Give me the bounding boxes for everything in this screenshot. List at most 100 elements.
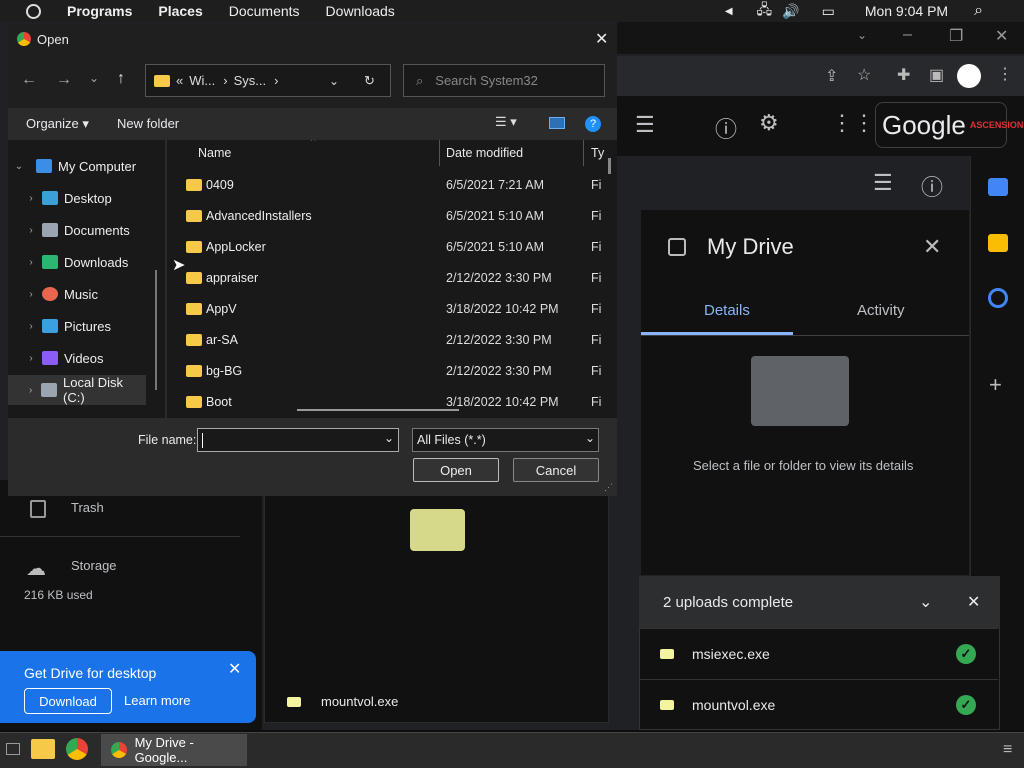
expand-icon[interactable]: › <box>20 385 41 396</box>
keep-icon[interactable] <box>988 234 1008 252</box>
taskbar-menu-icon[interactable]: ≡ <box>1003 741 1012 759</box>
menu-programs[interactable]: Programs <box>67 3 132 19</box>
main-file-name[interactable]: mountvol.exe <box>321 694 398 709</box>
promo-learn-more[interactable]: Learn more <box>124 693 190 708</box>
file-type-select[interactable]: All Files (*.*) ⌄ <box>412 428 599 452</box>
tab-details[interactable]: Details <box>704 302 750 319</box>
help-icon[interactable]: ⓘ <box>715 112 737 144</box>
breadcrumb-sep[interactable]: › <box>274 73 278 88</box>
collapse-icon[interactable]: ⌄ <box>919 592 932 612</box>
organize-button[interactable]: Organize ▾ <box>26 116 89 132</box>
dialog-close-icon[interactable]: ✕ <box>595 29 608 49</box>
promo-close-icon[interactable]: ✕ <box>228 659 241 679</box>
forward-icon[interactable]: → <box>56 71 72 89</box>
sidepanel-icon[interactable]: ▣ <box>929 65 944 85</box>
file-row[interactable]: AdvancedInstallers 6/5/2021 5:10 AM Fi <box>167 200 617 231</box>
expand-icon[interactable]: › <box>20 289 42 300</box>
refresh-icon[interactable]: ↻ <box>364 73 375 89</box>
menu-downloads[interactable]: Downloads <box>326 3 395 19</box>
show-desktop-icon[interactable] <box>6 743 20 755</box>
tree-item-pictures[interactable]: › Pictures <box>8 311 165 341</box>
tree-item-videos[interactable]: › Videos <box>8 343 165 373</box>
tasks-icon[interactable] <box>988 288 1008 308</box>
file-row[interactable]: AppV 3/18/2022 10:42 PM Fi <box>167 293 617 324</box>
view-options-icon[interactable]: ☰ ▾ <box>495 114 517 130</box>
extensions-icon[interactable]: ✚ <box>897 65 910 85</box>
column-type[interactable]: Ty <box>591 146 604 160</box>
open-button[interactable]: Open <box>413 458 499 482</box>
file-name-input[interactable]: ⌄ <box>197 428 399 452</box>
minimize-icon[interactable]: – <box>903 26 912 44</box>
expand-icon[interactable]: › <box>20 257 42 268</box>
clock[interactable]: Mon 9:04 PM <box>865 3 948 19</box>
column-divider[interactable] <box>439 140 440 166</box>
upload-row[interactable]: mountvol.exe ✓ <box>640 679 998 729</box>
file-row[interactable]: ar-SA 2/12/2022 3:30 PM Fi <box>167 324 617 355</box>
search-box[interactable]: ⌕ Search System32 <box>403 64 605 97</box>
file-row[interactable]: Boot 3/18/2022 10:42 PM Fi <box>167 386 617 417</box>
tree-item-documents[interactable]: › Documents <box>8 215 165 245</box>
settings-icon[interactable]: ⚙ <box>759 110 779 136</box>
tab-activity[interactable]: Activity <box>857 302 905 319</box>
menu-documents[interactable]: Documents <box>229 3 300 19</box>
column-name[interactable]: Name <box>198 146 231 160</box>
file-thumbnail[interactable] <box>410 509 465 551</box>
back-icon[interactable]: ← <box>21 71 37 89</box>
help-icon[interactable]: ? <box>585 116 601 132</box>
expand-icon[interactable]: › <box>20 353 42 364</box>
cancel-button[interactable]: Cancel <box>513 458 599 482</box>
expand-icon[interactable]: › <box>20 321 42 332</box>
share-icon[interactable]: ⇪ <box>825 66 838 86</box>
breadcrumb-system32[interactable]: Sys... <box>234 73 267 88</box>
tree-item-desktop[interactable]: › Desktop <box>8 183 165 213</box>
network-icon[interactable]: 🖧 <box>757 0 773 23</box>
file-row[interactable]: 0409 6/5/2021 7:21 AM Fi <box>167 169 617 200</box>
maximize-icon[interactable]: ❐ <box>949 26 963 46</box>
close-details-icon[interactable]: ✕ <box>923 234 941 260</box>
volume-icon[interactable]: 🔊 <box>782 3 799 20</box>
info-icon[interactable]: ⓘ <box>921 170 943 202</box>
menu-places[interactable]: Places <box>158 3 202 19</box>
tree-item-my-computer[interactable]: ⌄ My Computer <box>8 151 165 181</box>
expand-icon[interactable]: › <box>20 193 42 204</box>
chrome-icon[interactable] <box>66 738 88 760</box>
files-icon[interactable] <box>31 739 55 759</box>
filter-icon[interactable]: ☰ <box>635 112 655 138</box>
address-dropdown-icon[interactable]: ⌄ <box>329 74 339 88</box>
calendar-icon[interactable] <box>988 178 1008 196</box>
close-upload-icon[interactable]: ✕ <box>967 592 980 612</box>
tree-item-local-disk[interactable]: › Local Disk (C:) <box>8 375 146 405</box>
tree-item-music[interactable]: › Music <box>8 279 165 309</box>
menu-dots-icon[interactable]: ⋮ <box>997 64 1013 84</box>
address-bar[interactable]: « Wi... › Sys... › ⌄ ↻ <box>145 64 391 97</box>
arrow-left-icon[interactable]: ◀ <box>725 6 733 17</box>
expand-icon[interactable]: › <box>20 225 42 236</box>
taskbar-window-button[interactable]: My Drive - Google... <box>101 734 247 766</box>
system-menu-icon[interactable] <box>26 3 41 19</box>
tab-search-icon[interactable]: ⌄ <box>857 28 867 42</box>
list-view-icon[interactable]: ☰ <box>873 170 893 196</box>
close-window-icon[interactable]: ✕ <box>995 26 1008 46</box>
file-row[interactable]: appraiser 2/12/2022 3:30 PM Fi <box>167 262 617 293</box>
profile-avatar[interactable] <box>957 64 981 88</box>
file-row[interactable]: AppLocker 6/5/2021 5:10 AM Fi <box>167 231 617 262</box>
tree-item-downloads[interactable]: › Downloads <box>8 247 165 277</box>
storage-label[interactable]: Storage <box>71 558 117 573</box>
bookmark-star-icon[interactable]: ☆ <box>857 65 871 85</box>
up-icon[interactable]: ↑ <box>117 70 125 88</box>
apps-grid-icon[interactable]: ⋮⋮ <box>831 110 875 136</box>
search-icon[interactable]: ⌕ <box>974 2 983 20</box>
tree-scrollbar[interactable] <box>155 270 157 390</box>
collapse-icon[interactable]: ⌄ <box>8 161 30 172</box>
file-row[interactable]: bg-BG 2/12/2022 3:30 PM Fi <box>167 355 617 386</box>
upload-row[interactable]: msiexec.exe ✓ <box>640 628 998 678</box>
promo-download-button[interactable]: Download <box>24 688 112 714</box>
breadcrumb-windows[interactable]: Wi... <box>189 73 215 88</box>
preview-pane-icon[interactable] <box>549 117 565 129</box>
column-date[interactable]: Date modified <box>446 146 523 160</box>
column-divider[interactable] <box>583 140 584 166</box>
new-folder-button[interactable]: New folder <box>117 116 179 131</box>
dropdown-icon[interactable]: ⌄ <box>384 431 394 445</box>
add-addon-icon[interactable]: + <box>989 372 1002 398</box>
account-badge[interactable]: Google ASCENSION <box>875 102 1023 148</box>
